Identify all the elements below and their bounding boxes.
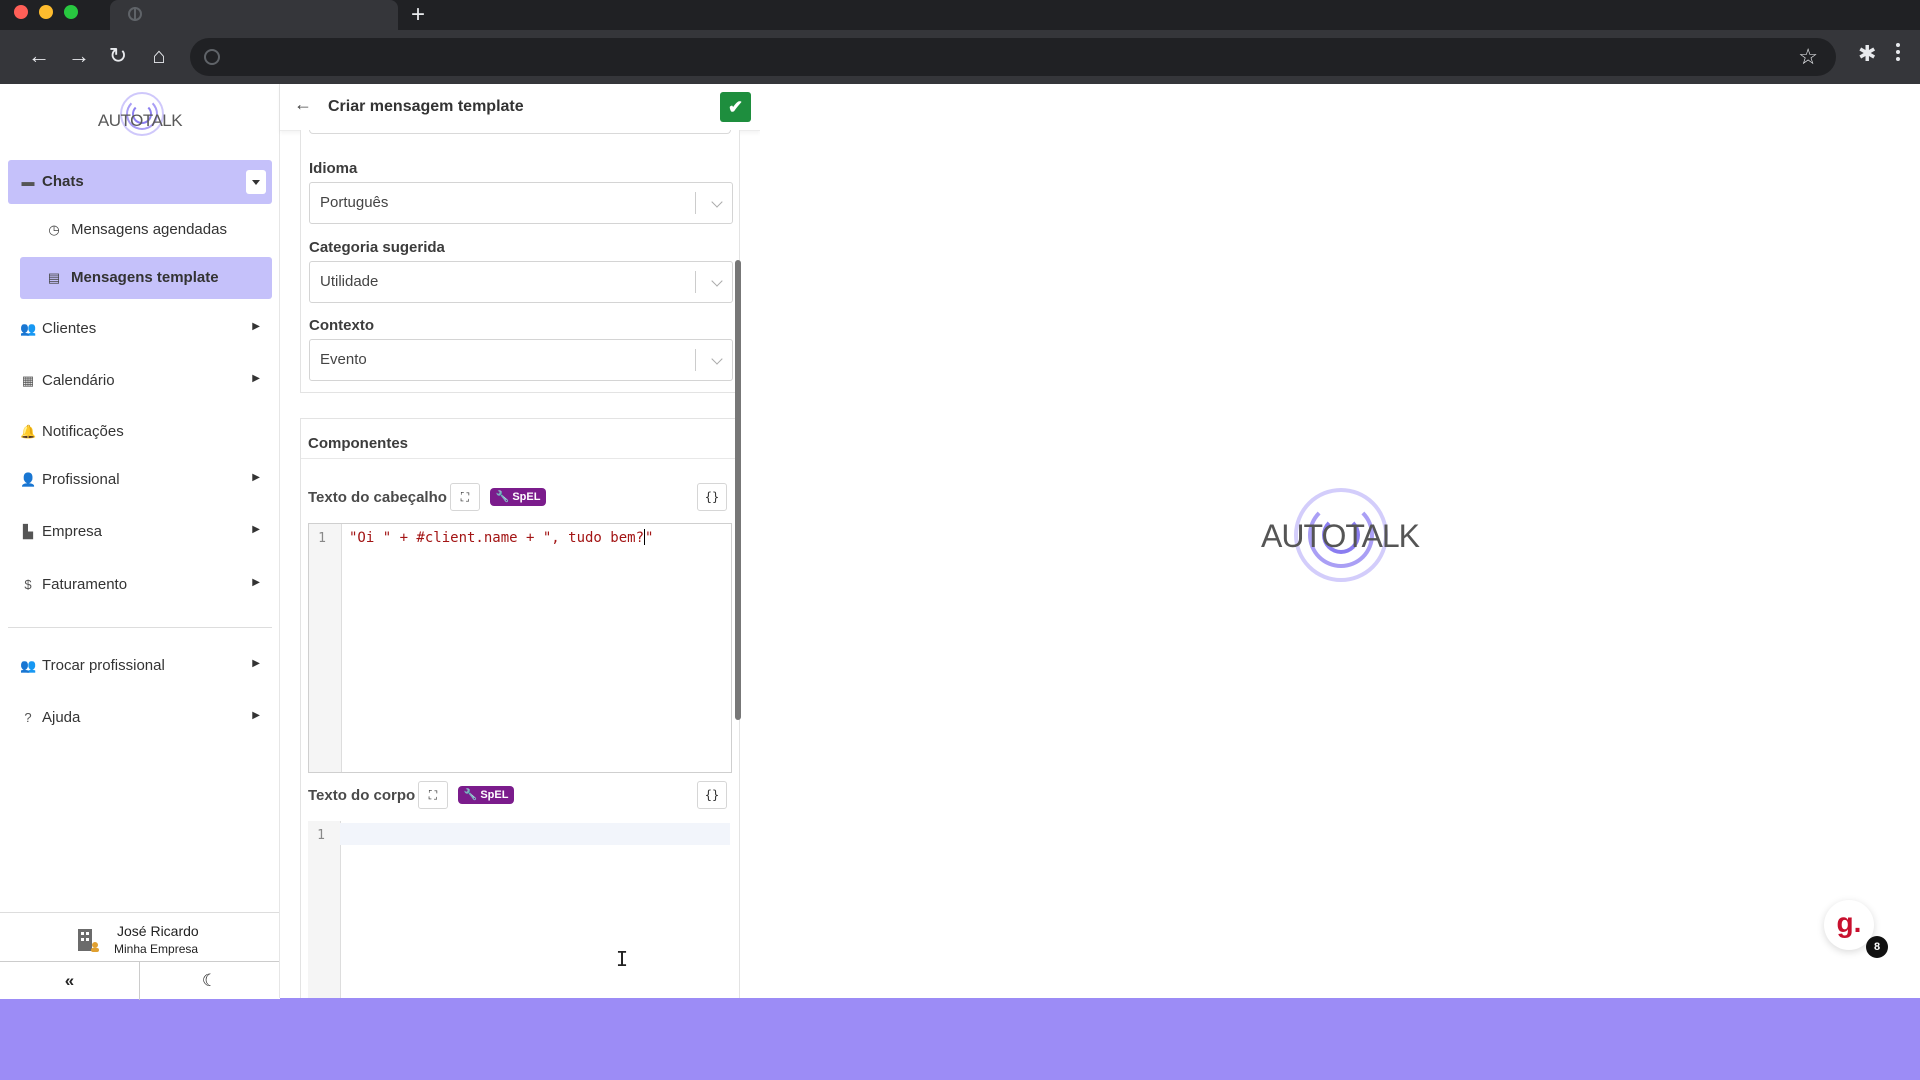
categoria-label: Categoria sugerida bbox=[309, 239, 445, 256]
dollar-icon: $ bbox=[24, 577, 32, 592]
user-name: José Ricardo bbox=[117, 923, 199, 939]
sidebar-item-chats[interactable]: ▬ Chats bbox=[8, 160, 272, 204]
sidebar: AUTOTALK ▬ Chats ◷ Mensagens agendadas ▤… bbox=[0, 84, 280, 1000]
categoria-select[interactable]: Utilidade bbox=[309, 261, 733, 303]
back-icon[interactable]: ← bbox=[26, 43, 52, 69]
panel-header: ← Criar mensagem template ✔ bbox=[280, 84, 760, 131]
components-title: Componentes bbox=[308, 435, 409, 452]
caret-right-icon: ▶ bbox=[252, 472, 260, 483]
sidebar-divider bbox=[8, 627, 272, 628]
user-profile: José Ricardo Minha Empresa « ☾ bbox=[0, 912, 280, 1000]
building-icon: ▙ bbox=[23, 524, 33, 539]
users-icon: 👥 bbox=[20, 321, 37, 336]
sidebar-item-calendario[interactable]: ▦ Calendário ▶ bbox=[8, 359, 272, 403]
building-user-icon bbox=[78, 929, 99, 952]
sidebar-item-profissional[interactable]: 👤 Profissional ▶ bbox=[8, 458, 272, 502]
spel-badge[interactable]: 🔧 SpEL bbox=[490, 488, 546, 506]
forward-icon[interactable]: → bbox=[66, 43, 92, 69]
sidebar-item-ajuda[interactable]: ? Ajuda ▶ bbox=[8, 696, 272, 740]
expand-icon[interactable]: ⛶ bbox=[418, 781, 448, 809]
sidebar-item-empresa[interactable]: ▙ Empresa ▶ bbox=[8, 510, 272, 554]
header-code-editor[interactable]: 1 "Oi " + #client.name + ", tudo bem?" bbox=[308, 523, 732, 773]
clock-icon: ◷ bbox=[48, 222, 60, 237]
braces-icon[interactable]: {} bbox=[697, 781, 727, 809]
notification-badge: 8 bbox=[1866, 936, 1888, 958]
page-title: Criar mensagem template bbox=[328, 98, 524, 115]
new-tab-button[interactable]: + bbox=[408, 2, 428, 28]
idioma-select[interactable]: Português bbox=[309, 182, 733, 224]
globe-icon bbox=[204, 49, 220, 65]
caret-right-icon: ▶ bbox=[252, 524, 260, 535]
list-icon: ▤ bbox=[47, 270, 61, 285]
caret-right-icon: ▶ bbox=[252, 321, 260, 332]
back-arrow-icon[interactable]: ← bbox=[294, 94, 312, 115]
collapse-sidebar-button[interactable]: « bbox=[0, 962, 140, 1000]
autotalk-logo: AUTOTALK bbox=[1258, 488, 1422, 584]
maximize-window-button[interactable] bbox=[64, 5, 78, 19]
calendar-icon: ▦ bbox=[21, 373, 35, 388]
browser-toolbar: ← → ↻ ⌂ ☆ ✱ bbox=[0, 30, 1920, 84]
caret-right-icon: ▶ bbox=[252, 577, 260, 588]
header-code-text: "Oi " + #client.name + ", tudo bem?" bbox=[349, 529, 654, 546]
idioma-label: Idioma bbox=[309, 160, 358, 177]
settings-card: Idioma Português Categoria sugerida Util… bbox=[300, 130, 740, 393]
template-form-panel: ← Criar mensagem template ✔ Idioma Portu… bbox=[280, 84, 760, 998]
body-text-label: Texto do corpo bbox=[308, 787, 416, 804]
bookmark-star-icon[interactable]: ☆ bbox=[1798, 44, 1818, 70]
splash-area: AUTOTALK g. 8 bbox=[760, 84, 1920, 998]
text-cursor-icon: I bbox=[616, 947, 629, 971]
browser-tab[interactable] bbox=[110, 0, 398, 30]
caret-right-icon: ▶ bbox=[252, 710, 260, 721]
bell-icon: 🔔 bbox=[20, 424, 37, 439]
user-company: Minha Empresa bbox=[114, 942, 199, 956]
panel-scrollbar[interactable] bbox=[735, 260, 741, 720]
expand-icon[interactable]: ⛶ bbox=[450, 483, 480, 511]
globe-icon bbox=[128, 7, 142, 21]
chevron-down-icon bbox=[711, 353, 723, 365]
caret-right-icon: ▶ bbox=[252, 658, 260, 669]
sidebar-item-trocar-profissional[interactable]: 👥 Trocar profissional ▶ bbox=[8, 644, 272, 688]
home-icon[interactable]: ⌂ bbox=[146, 43, 172, 69]
sidebar-item-faturamento[interactable]: $ Faturamento ▶ bbox=[8, 563, 272, 607]
components-card: Componentes Texto do cabeçalho ⛶ 🔧 SpEL … bbox=[300, 418, 740, 998]
extensions-icon[interactable]: ✱ bbox=[1858, 41, 1876, 67]
sidebar-item-notificacoes[interactable]: 🔔 Notificações bbox=[8, 410, 272, 454]
address-bar[interactable]: ☆ bbox=[190, 38, 1836, 76]
swap-users-icon: 👥 bbox=[20, 658, 37, 673]
autotalk-logo: AUTOTALK bbox=[96, 90, 184, 142]
minimize-window-button[interactable] bbox=[39, 5, 53, 19]
reload-icon[interactable]: ↻ bbox=[105, 43, 131, 69]
help-icon: ? bbox=[24, 710, 32, 725]
chat-icon: ▬ bbox=[21, 174, 35, 189]
caret-right-icon: ▶ bbox=[252, 373, 260, 384]
braces-icon[interactable]: {} bbox=[697, 483, 727, 511]
save-button[interactable]: ✔ bbox=[720, 92, 751, 122]
contexto-label: Contexto bbox=[309, 317, 374, 334]
close-window-button[interactable] bbox=[14, 5, 28, 19]
browser-tab-bar: + bbox=[0, 0, 1920, 30]
chevron-down-icon[interactable] bbox=[246, 170, 266, 194]
spel-badge[interactable]: 🔧 SpEL bbox=[458, 786, 514, 804]
sidebar-item-mensagens-template[interactable]: ▤ Mensagens template bbox=[20, 257, 272, 299]
header-text-label: Texto do cabeçalho bbox=[308, 489, 447, 506]
form-body: Idioma Português Categoria sugerida Util… bbox=[280, 130, 760, 998]
dark-mode-toggle[interactable]: ☾ bbox=[140, 962, 279, 1000]
user-actions: « ☾ bbox=[0, 961, 280, 1000]
browser-menu-icon[interactable] bbox=[1896, 43, 1900, 64]
previous-field[interactable] bbox=[309, 130, 731, 134]
user-gear-icon: 👤 bbox=[20, 472, 37, 487]
contexto-select[interactable]: Evento bbox=[309, 339, 733, 381]
sidebar-item-clientes[interactable]: 👥 Clientes ▶ bbox=[8, 307, 272, 351]
chevron-down-icon bbox=[711, 275, 723, 287]
body-code-editor[interactable]: 1 bbox=[308, 821, 730, 998]
chevron-down-icon bbox=[711, 196, 723, 208]
sidebar-item-mensagens-agendadas[interactable]: ◷ Mensagens agendadas bbox=[20, 209, 272, 251]
